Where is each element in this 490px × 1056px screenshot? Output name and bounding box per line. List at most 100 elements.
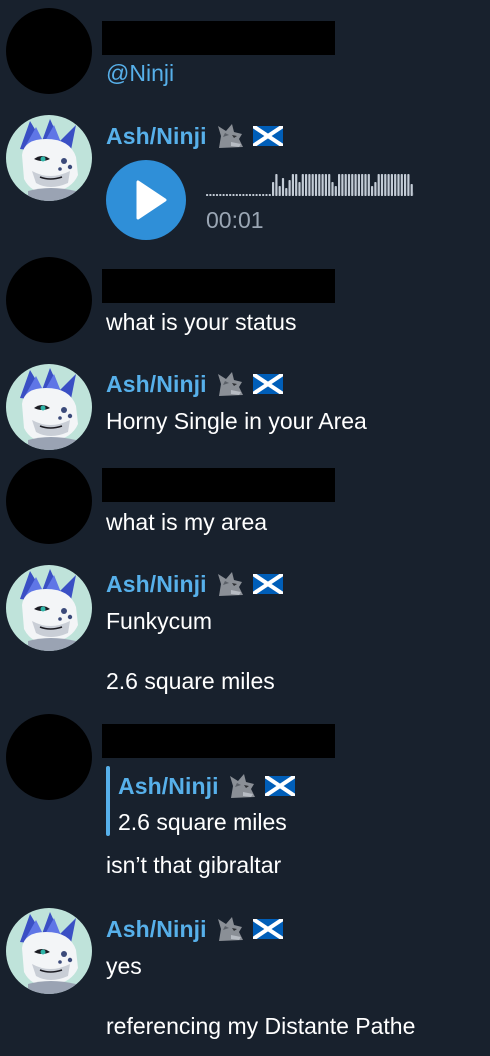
waveform-bar xyxy=(255,194,258,196)
sender-name[interactable]: Ash/Ninji xyxy=(106,371,207,398)
waveform-bar xyxy=(377,174,380,196)
waveform-bar xyxy=(252,194,255,196)
waveform-bar xyxy=(225,194,228,196)
avatar-image xyxy=(6,565,92,651)
reply-quote-bar xyxy=(106,766,110,836)
waveform-bar xyxy=(351,174,354,196)
waveform-bar xyxy=(331,182,334,196)
avatar[interactable] xyxy=(6,458,92,544)
waveform-bar xyxy=(387,174,390,196)
waveform-bar xyxy=(318,174,321,196)
mention-link[interactable]: @Ninji xyxy=(106,58,174,88)
scotland-flag-icon xyxy=(265,776,295,796)
waveform-bar xyxy=(212,194,215,196)
message-text: yes xyxy=(106,953,142,979)
sender-name-row: Ash/Ninji xyxy=(106,367,283,401)
waveform-bar xyxy=(298,182,301,196)
voice-waveform[interactable] xyxy=(206,170,414,198)
sender-name[interactable]: Ash/Ninji xyxy=(106,571,207,598)
waveform-bar xyxy=(361,174,364,196)
redacted-name xyxy=(102,269,335,303)
waveform-bar xyxy=(219,194,222,196)
avatar[interactable] xyxy=(6,714,92,800)
waveform-bar xyxy=(374,182,377,196)
waveform-bar xyxy=(206,194,209,196)
waveform-bar xyxy=(245,194,248,196)
avatar[interactable] xyxy=(6,565,92,651)
waveform-bar xyxy=(278,186,281,196)
waveform-bar xyxy=(229,194,232,196)
waveform-bar xyxy=(285,188,288,196)
message-text: 2.6 square miles xyxy=(106,668,275,694)
avatar[interactable] xyxy=(6,908,92,994)
waveform-bar xyxy=(235,194,238,196)
message-text: what is my area xyxy=(106,509,268,535)
waveform-bar xyxy=(232,194,235,196)
waveform-bar xyxy=(295,174,298,196)
wolf-icon xyxy=(227,770,259,802)
message-text: Horny Single in your Area xyxy=(106,408,367,434)
waveform-bar xyxy=(404,174,407,196)
message-text: referencing my Distante Pathe xyxy=(106,1013,416,1039)
avatar[interactable] xyxy=(6,115,92,201)
waveform-bar xyxy=(357,174,360,196)
waveform-bar xyxy=(242,194,245,196)
redacted-name xyxy=(102,724,335,758)
waveform-bar xyxy=(288,180,291,196)
sender-name-row: Ash/Ninji xyxy=(106,567,283,601)
wolf-icon xyxy=(215,913,247,945)
waveform-bar xyxy=(397,174,400,196)
waveform-bar xyxy=(248,194,252,196)
waveform-bar xyxy=(367,174,370,196)
reply-quote-text: 2.6 square miles xyxy=(118,809,287,835)
waveform-bar xyxy=(305,174,308,196)
waveform-bar xyxy=(281,178,285,196)
avatar-image xyxy=(6,115,92,201)
waveform-bar xyxy=(371,186,374,196)
waveform-bar xyxy=(324,174,327,196)
waveform-bar xyxy=(334,186,337,196)
waveform-bar xyxy=(407,174,410,196)
scotland-flag-icon xyxy=(253,574,283,594)
sender-name[interactable]: Ash/Ninji xyxy=(106,916,207,943)
message-text: isn’t that gibraltar xyxy=(106,852,282,878)
waveform-bar xyxy=(341,174,344,196)
waveform-bar xyxy=(347,174,351,196)
waveform-bar xyxy=(275,174,278,196)
avatar[interactable] xyxy=(6,364,92,450)
wolf-icon xyxy=(215,368,247,400)
waveform-bar xyxy=(262,194,265,196)
waveform-bar xyxy=(308,174,311,196)
wolf-icon xyxy=(215,120,247,152)
message-text: Funkycum xyxy=(106,608,213,634)
wolf-icon xyxy=(215,568,247,600)
scotland-flag-icon xyxy=(253,126,283,146)
avatar[interactable] xyxy=(6,8,92,94)
redacted-name xyxy=(102,21,335,55)
waveform-bar xyxy=(239,194,242,196)
waveform-bar xyxy=(301,174,304,196)
waveform-bar xyxy=(344,174,347,196)
message-text: what is your status xyxy=(106,309,297,335)
waveform-bar xyxy=(328,174,331,196)
reply-sender-row: Ash/Ninji xyxy=(118,769,295,803)
avatar[interactable] xyxy=(6,257,92,343)
reply-quote[interactable]: Ash/Ninji 2.6 square miles xyxy=(106,766,346,836)
waveform-bar xyxy=(222,194,225,196)
avatar-image xyxy=(6,364,92,450)
sender-name-row: Ash/Ninji xyxy=(106,912,283,946)
waveform-bar xyxy=(215,194,219,196)
sender-name[interactable]: Ash/Ninji xyxy=(106,123,207,150)
voice-duration: 00:01 xyxy=(206,207,264,233)
scotland-flag-icon xyxy=(253,919,283,939)
waveform-bar xyxy=(390,174,393,196)
sender-name-row: Ash/Ninji xyxy=(106,119,283,153)
waveform-bar xyxy=(265,194,268,196)
waveform-bar xyxy=(311,174,314,196)
play-icon xyxy=(136,180,167,220)
scotland-flag-icon xyxy=(253,374,283,394)
waveform-bar xyxy=(364,174,367,196)
play-button[interactable] xyxy=(106,160,186,240)
redacted-name xyxy=(102,468,335,502)
waveform-bar xyxy=(209,194,212,196)
